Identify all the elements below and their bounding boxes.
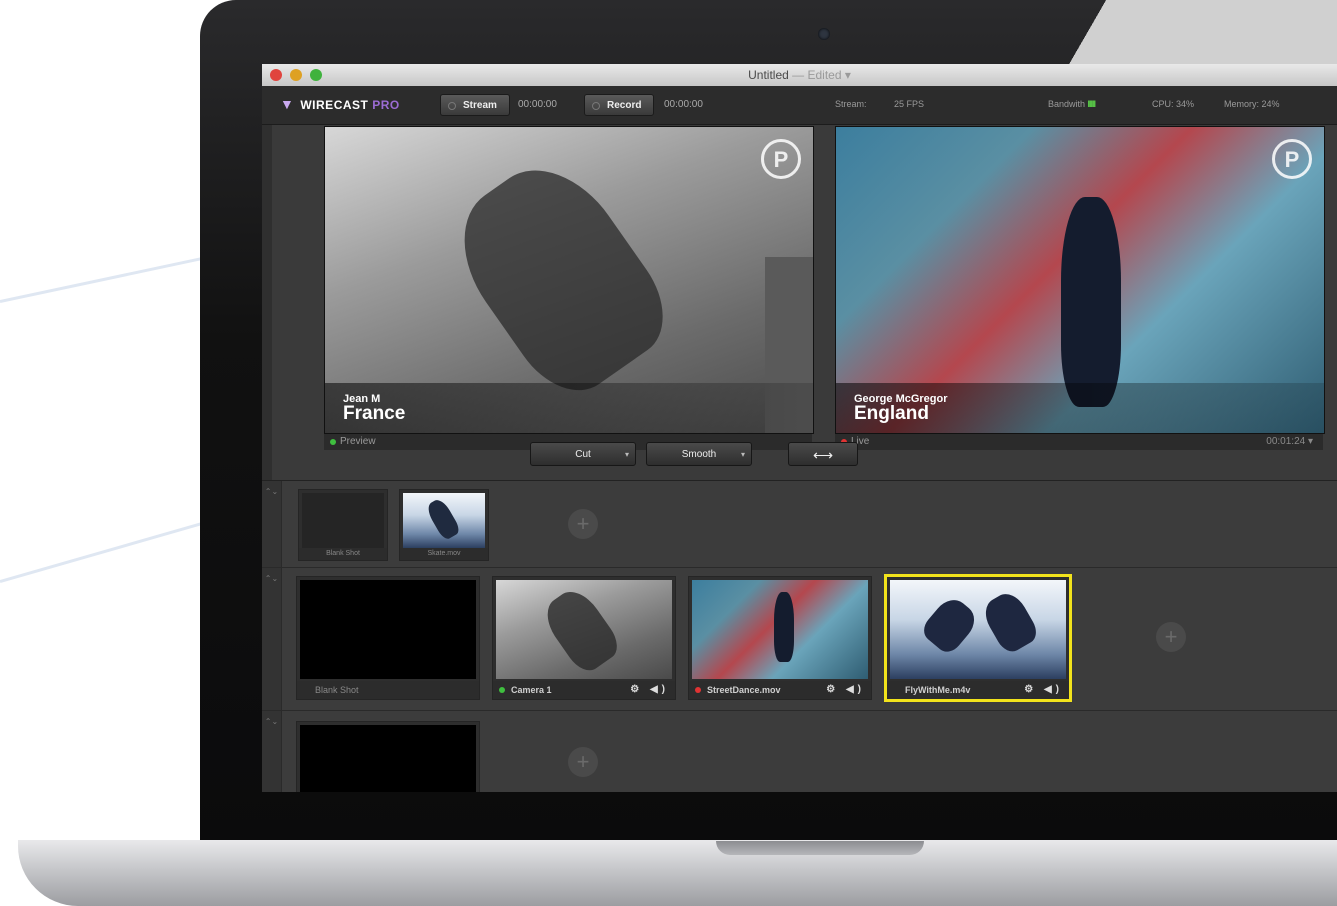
shot-thumbnail <box>300 580 476 679</box>
lid-glare <box>980 0 1337 70</box>
stream-timer: 00:00:00 <box>518 99 557 110</box>
bandwidth-meter: IIIII <box>1087 99 1096 109</box>
record-indicator-icon <box>592 102 600 110</box>
add-shot-button[interactable]: + <box>568 747 598 777</box>
layer-row: ⌃⌄ Blank Shot Camera 1 ⚙ ◀) StreetDance.… <box>262 568 1337 711</box>
window-title: Untitled — Edited ▾ <box>262 68 1337 82</box>
cut-button[interactable]: Cut ▾ <box>530 442 636 466</box>
fps-readout: 25 FPS <box>894 99 925 109</box>
webcam <box>818 28 830 40</box>
shot-label: Blank Shot <box>297 681 479 699</box>
watermark-logo-icon: P <box>761 139 801 179</box>
record-button[interactable]: Record <box>584 94 654 116</box>
shot-flywithme[interactable]: FlyWithMe.m4v ⚙ ◀) <box>884 574 1072 702</box>
shot-name: FlyWithMe.m4v <box>905 685 971 695</box>
shot-label: Skate.mov <box>400 548 488 560</box>
app-name: WIRECAST <box>300 98 369 112</box>
dancer-figure <box>1061 197 1121 407</box>
dancer-figure <box>435 143 685 411</box>
smooth-transition-button[interactable]: Smooth ▾ <box>646 442 752 466</box>
smooth-label: Smooth <box>681 449 717 460</box>
shot-label: Camera 1 ⚙ ◀) <box>493 681 675 699</box>
stream-status-label: Stream: <box>835 99 867 109</box>
bandwidth-readout: Bandwith IIIII <box>1048 99 1096 109</box>
shot-controls-icon[interactable]: ⚙ ◀) <box>1024 681 1063 699</box>
main-toolbar: ▼ WIRECAST PRO Stream 00:00:00 Record 00:… <box>262 86 1337 125</box>
layer-handle-icon[interactable]: ⌃⌄ <box>262 481 282 567</box>
dancer-figure <box>537 582 625 678</box>
shot-streetdance[interactable]: StreetDance.mov ⚙ ◀) <box>688 576 872 700</box>
stream-indicator-icon <box>448 102 456 110</box>
shot-name: Camera 1 <box>511 685 552 695</box>
layer-handle-icon[interactable]: ⌃⌄ <box>262 711 282 792</box>
skater-figure <box>424 496 462 542</box>
lower-third-country: France <box>343 403 406 424</box>
shot-thumbnail <box>496 580 672 679</box>
swap-arrows-icon: ⟷ <box>812 447 834 463</box>
add-shot-button[interactable]: + <box>1156 622 1186 652</box>
preview-indicator-icon <box>499 687 505 693</box>
shot-name: Blank Shot <box>315 685 359 695</box>
layer-row: ⌃⌄ + <box>262 711 1337 792</box>
add-shot-button[interactable]: + <box>568 509 598 539</box>
memory-readout: Memory: 24% <box>1224 99 1280 109</box>
shot-layers-panel: ⌃⌄ Blank Shot Skate.mov + ⌃⌄ Blank Shot <box>262 480 1337 792</box>
laptop-base <box>18 840 1337 906</box>
dancer-figure <box>978 587 1042 657</box>
edited-indicator[interactable]: — Edited ▾ <box>792 68 851 82</box>
dancer-figure <box>918 592 982 658</box>
app-window: Untitled — Edited ▾ ▼ WIRECAST PRO Stream… <box>262 64 1337 792</box>
live-status-bar: Live 00:01:24 ▾ <box>835 434 1323 450</box>
shot-thumbnail <box>403 493 485 548</box>
shot-thumbnail <box>692 580 868 679</box>
record-timer: 00:00:00 <box>664 99 703 110</box>
cpu-readout: CPU: 34% <box>1152 99 1195 109</box>
swap-button[interactable]: ⟷ <box>788 442 858 466</box>
chevron-down-icon: ▾ <box>740 450 745 459</box>
shot-thumbnail <box>302 493 384 548</box>
shot-skate[interactable]: Skate.mov <box>399 489 489 561</box>
shot-controls-icon[interactable]: ⚙ ◀) <box>826 681 865 699</box>
live-indicator-icon <box>695 687 701 693</box>
decorative-line <box>0 522 203 583</box>
dancer-figure <box>774 592 794 662</box>
preview-indicator-icon <box>330 439 336 445</box>
decorative-line <box>0 256 206 303</box>
shot-label: Blank Shot <box>299 548 387 560</box>
layer-row: ⌃⌄ Blank Shot Skate.mov + <box>262 481 1337 568</box>
shot-blank[interactable]: Blank Shot <box>298 489 388 561</box>
live-monitor[interactable]: P George McGregor England <box>835 126 1325 434</box>
bandwidth-label: Bandwith <box>1048 99 1086 109</box>
chevron-down-icon: ▾ <box>624 450 629 459</box>
wirecast-logo-icon: ▼ <box>280 96 295 112</box>
app-edition: PRO <box>372 98 400 112</box>
shot-camera-1[interactable]: Camera 1 ⚙ ◀) <box>492 576 676 700</box>
shot-thumbnail <box>890 580 1066 679</box>
preview-monitor[interactable]: P Jean M France <box>324 126 814 434</box>
live-timer[interactable]: 00:01:24 ▾ <box>1266 434 1313 450</box>
laptop-notch <box>716 841 924 855</box>
window-titlebar: Untitled — Edited ▾ <box>262 64 1337 87</box>
cut-label: Cut <box>575 449 591 460</box>
stream-button-label: Stream <box>463 100 497 111</box>
shot-label: StreetDance.mov ⚙ ◀) <box>689 681 871 699</box>
shot-thumbnail <box>300 725 476 792</box>
shot-name: StreetDance.mov <box>707 685 781 695</box>
app-logo: ▼ WIRECAST PRO <box>280 96 400 112</box>
layer-handle-icon[interactable]: ⌃⌄ <box>262 568 282 710</box>
preview-label: Preview <box>340 436 376 447</box>
shot-blank[interactable] <box>296 721 480 792</box>
watermark-logo-icon: P <box>1272 139 1312 179</box>
lower-third-country: England <box>854 403 929 424</box>
shot-controls-icon[interactable]: ⚙ ◀) <box>630 681 669 699</box>
document-title: Untitled <box>748 68 789 82</box>
record-button-label: Record <box>607 100 642 111</box>
shot-blank[interactable]: Blank Shot <box>296 576 480 700</box>
stream-button[interactable]: Stream <box>440 94 510 116</box>
shot-label: FlyWithMe.m4v ⚙ ◀) <box>887 681 1069 699</box>
